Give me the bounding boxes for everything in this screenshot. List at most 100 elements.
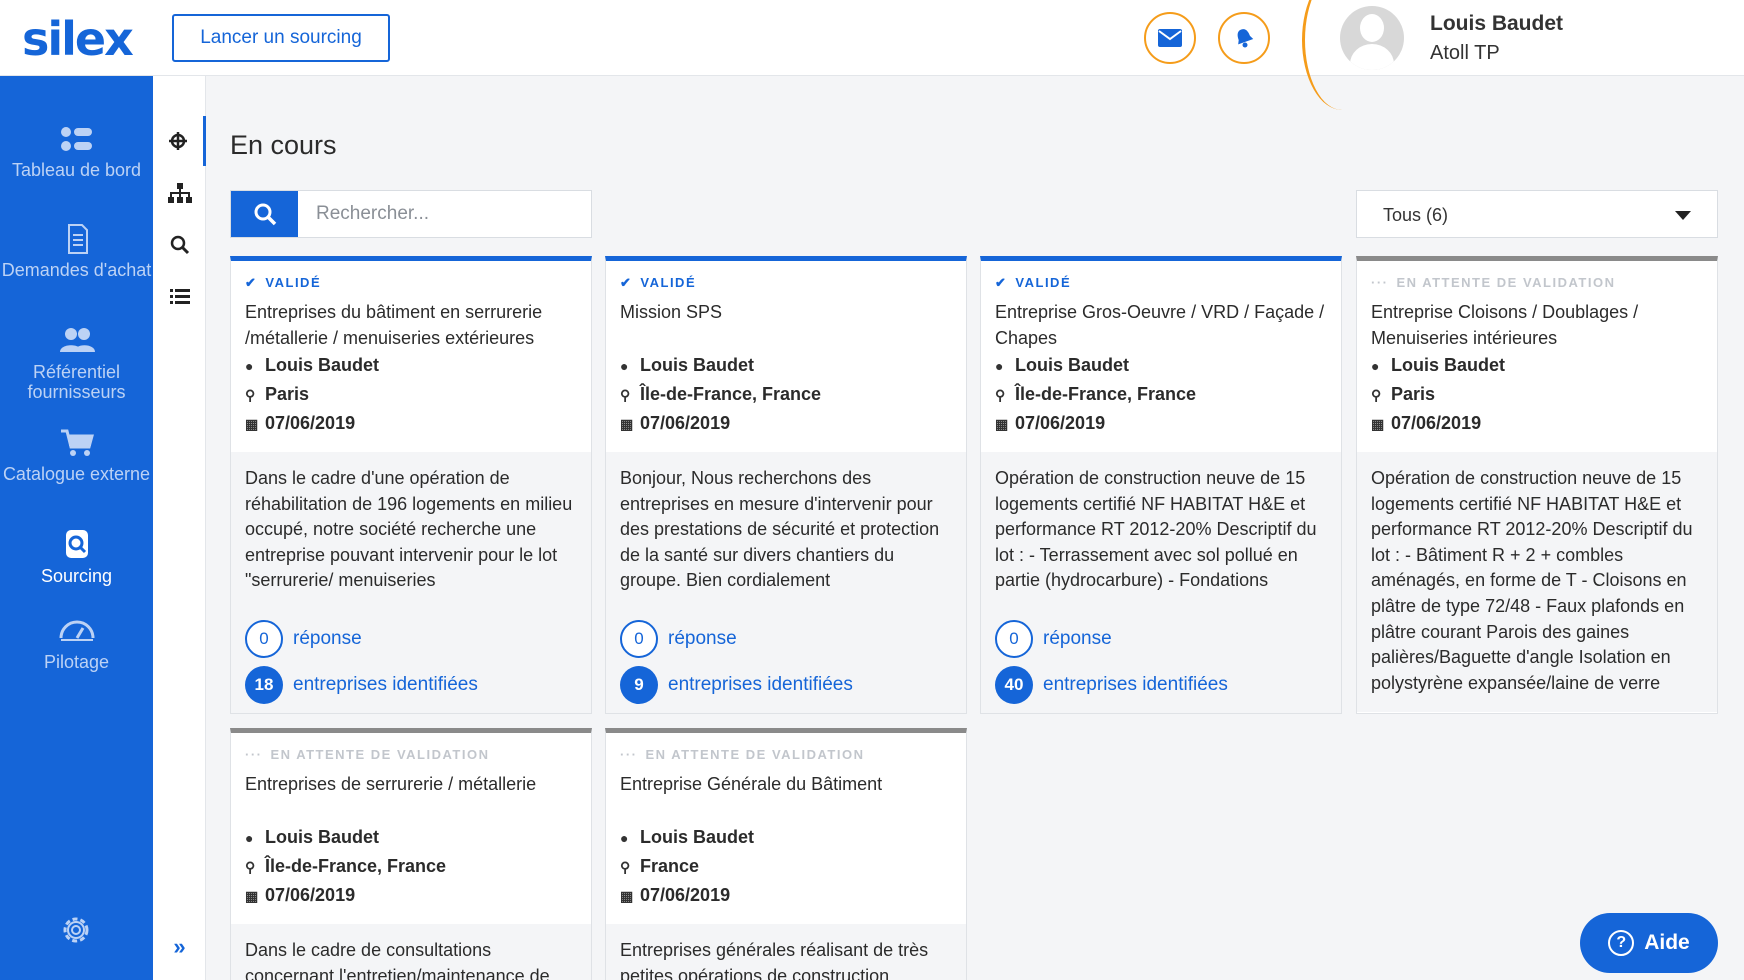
sidebar-item-sourcing[interactable]: Sourcing — [0, 530, 153, 586]
launch-sourcing-button[interactable]: Lancer un sourcing — [172, 14, 390, 62]
subnav-hierarchy[interactable] — [153, 168, 206, 218]
sidebar-label: Catalogue externe — [2, 464, 151, 484]
user-icon: ● — [620, 358, 629, 374]
companies-link[interactable]: 9 entreprises identifiées — [620, 662, 952, 708]
search-icon — [170, 235, 189, 255]
card-title[interactable]: Entreprises du bâtiment en serrurerie /m… — [245, 299, 577, 351]
card-title[interactable]: Entreprise Gros-Oeuvre / VRD / Façade / … — [995, 299, 1327, 351]
calendar-icon: ▦ — [995, 416, 1009, 432]
calendar-icon: ▦ — [245, 888, 259, 904]
calendar-icon: ▦ — [620, 416, 634, 432]
sidebar-label: Pilotage — [43, 652, 110, 672]
status-badge: ✔ VALIDÉ — [995, 275, 1072, 290]
card-description: Bonjour, Nous recherchons des entreprise… — [620, 468, 940, 591]
status-filter-select[interactable]: Tous (6) — [1356, 190, 1718, 238]
card-date: 07/06/2019 — [640, 413, 731, 433]
card-user: Louis Baudet — [640, 355, 755, 375]
sidebar-label: Sourcing — [40, 566, 113, 586]
responses-link[interactable]: 0 réponse — [995, 616, 1327, 662]
help-button[interactable]: ? Aide — [1580, 913, 1718, 973]
page-title: En cours — [230, 130, 337, 160]
mail-button[interactable] — [1144, 12, 1196, 64]
card-title[interactable]: Entreprises de serrurerie / métallerie — [245, 771, 577, 823]
help-label: Aide — [1644, 931, 1690, 954]
calendar-icon: ▦ — [620, 888, 634, 904]
location-icon: ⚲ — [995, 387, 1006, 403]
sourcing-card[interactable]: ··· EN ATTENTE DE VALIDATION Entreprise C… — [1356, 256, 1718, 714]
expand-sidebar-button[interactable]: » — [153, 934, 206, 960]
card-location: France — [640, 856, 700, 876]
responses-link[interactable]: 0 réponse — [620, 616, 952, 662]
user-icon: ● — [620, 830, 629, 846]
sidebar-item-pilotage[interactable]: Pilotage — [0, 616, 153, 672]
gauge-icon — [59, 620, 94, 641]
calendar-icon: ▦ — [245, 416, 259, 432]
subnav-list[interactable] — [153, 272, 206, 322]
search-button[interactable] — [231, 191, 298, 237]
gear-icon[interactable] — [58, 912, 94, 948]
avatar[interactable] — [1340, 6, 1404, 70]
document-icon — [67, 224, 88, 254]
sourcing-card[interactable]: ✔ VALIDÉ Entreprise Gros-Oeuvre / VRD / F… — [980, 256, 1342, 714]
companies-label: entreprises identifiées — [668, 674, 853, 696]
sourcing-card[interactable]: ✔ VALIDÉ Mission SPS ● Louis Baudet ⚲ Île-d… — [605, 256, 967, 714]
card-description: Dans le cadre de consultations concernan… — [245, 940, 550, 980]
sidebar-item-catalog[interactable]: Catalogue externe — [0, 428, 153, 484]
status-badge: ··· EN ATTENTE DE VALIDATION — [1371, 275, 1616, 290]
target-icon — [169, 132, 187, 150]
responses-link[interactable]: 0 réponse — [245, 616, 577, 662]
responses-count: 0 — [620, 620, 658, 658]
card-title[interactable]: Entreprise Cloisons / Doublages / Menuis… — [1371, 299, 1703, 351]
cart-icon — [60, 429, 94, 456]
status-badge: ✔ VALIDÉ — [245, 275, 322, 290]
card-user: Louis Baudet — [1015, 355, 1130, 375]
sidebar-label: Demandes d'achat — [1, 260, 152, 280]
location-icon: ⚲ — [1371, 387, 1382, 403]
silex-logo[interactable]: silex — [22, 12, 134, 66]
card-user: Louis Baudet — [1391, 355, 1506, 375]
card-user: Louis Baudet — [265, 827, 380, 847]
users-icon — [59, 328, 95, 352]
responses-label: réponse — [293, 628, 362, 650]
notification-button[interactable] — [1218, 12, 1270, 64]
card-description: Entreprises générales réalisant de très … — [620, 940, 929, 980]
sidebar-label: Tableau de bord — [11, 160, 142, 180]
status-badge: ··· EN ATTENTE DE VALIDATION — [245, 747, 490, 762]
card-date: 07/06/2019 — [1391, 413, 1482, 433]
location-icon: ⚲ — [245, 387, 256, 403]
card-user: Louis Baudet — [265, 355, 380, 375]
companies-link[interactable]: 40 entreprises identifiées — [995, 662, 1327, 708]
subnav-target[interactable] — [153, 116, 206, 166]
user-company: Atoll TP — [1430, 42, 1500, 64]
main-sidebar: Tableau de bord Demandes d'achat Référen… — [0, 76, 153, 980]
sourcing-card[interactable]: ··· EN ATTENTE DE VALIDATION Entreprise G… — [605, 728, 967, 980]
card-location: Île-de-France, France — [640, 384, 822, 404]
card-title[interactable]: Mission SPS — [620, 299, 952, 351]
top-bar: silex Lancer un sourcing Louis Baudet At… — [0, 0, 1744, 110]
sidebar-item-suppliers[interactable]: Référentiel fournisseurs — [0, 326, 153, 402]
sidebar-item-purchase-requests[interactable]: Demandes d'achat — [0, 224, 153, 280]
card-location: Île-de-France, France — [265, 856, 447, 876]
location-icon: ⚲ — [620, 387, 631, 403]
search-input[interactable] — [306, 191, 586, 237]
sourcing-card[interactable]: ··· EN ATTENTE DE VALIDATION Entreprises … — [230, 728, 592, 980]
card-date: 07/06/2019 — [640, 885, 731, 905]
user-name: Louis Baudet — [1430, 12, 1564, 35]
companies-count: 40 — [995, 666, 1033, 704]
status-badge: ✔ VALIDÉ — [620, 275, 697, 290]
responses-count: 0 — [995, 620, 1033, 658]
sidebar-item-dashboard[interactable]: Tableau de bord — [0, 124, 153, 180]
status-badge: ··· EN ATTENTE DE VALIDATION — [620, 747, 865, 762]
companies-link[interactable]: 18 entreprises identifiées — [245, 662, 577, 708]
subnav-search[interactable] — [153, 220, 206, 270]
check-icon: ✔ — [620, 275, 633, 290]
sourcing-card[interactable]: ✔ VALIDÉ Entreprises du bâtiment en serru… — [230, 256, 592, 714]
card-user: Louis Baudet — [640, 827, 755, 847]
card-title[interactable]: Entreprise Générale du Bâtiment — [620, 771, 952, 823]
user-icon: ● — [245, 830, 254, 846]
search-bar — [230, 190, 592, 238]
pending-icon: ··· — [1371, 275, 1389, 290]
hierarchy-icon — [167, 183, 192, 203]
user-icon: ● — [995, 358, 1004, 374]
secondary-sidebar: » — [153, 76, 206, 980]
